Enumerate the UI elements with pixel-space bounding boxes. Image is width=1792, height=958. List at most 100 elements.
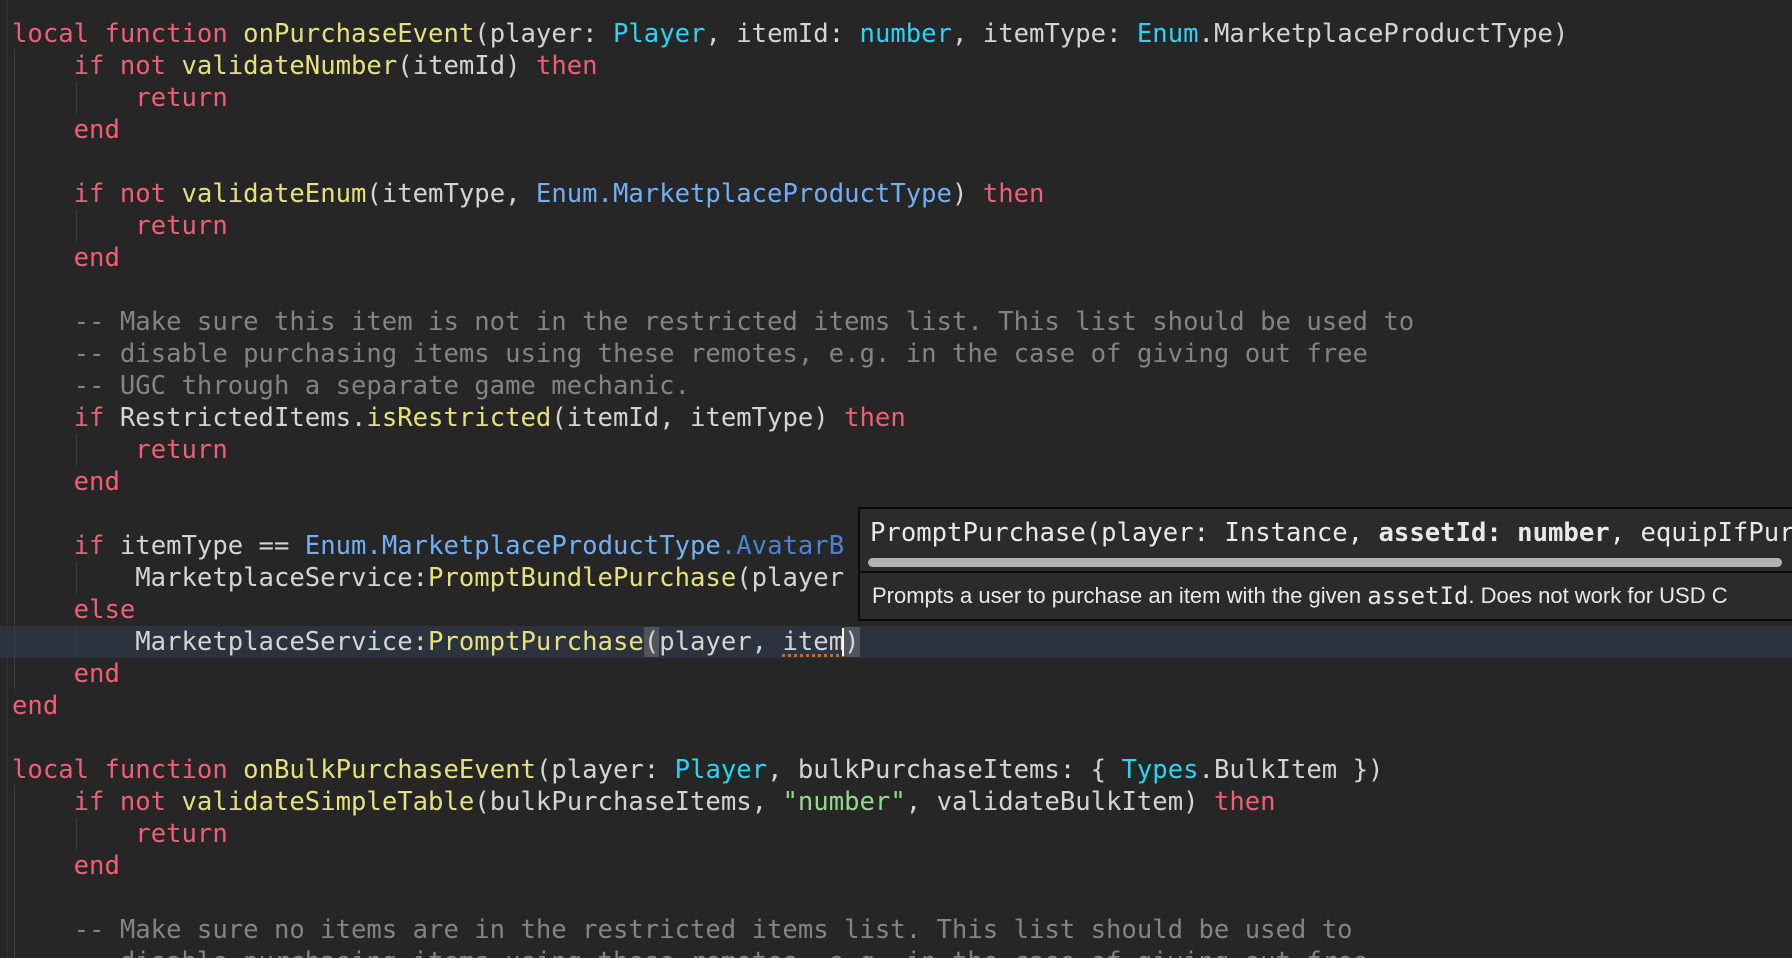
code-line[interactable]: local function onPurchaseEvent(player: P…: [0, 18, 1792, 50]
code-token[interactable]: if not: [74, 51, 166, 81]
code-token[interactable]: then: [983, 179, 1045, 209]
code-token[interactable]: end: [74, 659, 120, 689]
code-token[interactable]: [12, 787, 74, 817]
code-token[interactable]: , itemType:: [952, 19, 1137, 49]
code-token[interactable]: RestrictedItems.: [104, 403, 366, 433]
code-token[interactable]: [166, 179, 181, 209]
code-token[interactable]: onBulkPurchaseEvent: [243, 755, 536, 785]
code-line[interactable]: end: [0, 466, 1792, 498]
tooltip-scrollbar[interactable]: [860, 557, 1792, 571]
code-token[interactable]: [12, 659, 74, 689]
code-line[interactable]: end: [0, 114, 1792, 146]
code-token[interactable]: [12, 435, 135, 465]
code-line[interactable]: end: [0, 242, 1792, 274]
code-token[interactable]: [166, 51, 181, 81]
code-token[interactable]: return: [135, 211, 227, 241]
code-token[interactable]: end: [12, 691, 58, 721]
code-token[interactable]: return: [135, 435, 227, 465]
code-token[interactable]: [166, 787, 181, 817]
code-token[interactable]: isRestricted: [366, 403, 551, 433]
code-line[interactable]: return: [0, 434, 1792, 466]
code-token[interactable]: .MarketplaceProductType): [1199, 19, 1569, 49]
code-token[interactable]: local function: [12, 19, 228, 49]
code-line[interactable]: -- disable purchasing items using these …: [0, 946, 1792, 958]
tooltip-scrollbar-thumb[interactable]: [868, 558, 1782, 567]
code-token[interactable]: then: [536, 51, 598, 81]
code-token[interactable]: onPurchaseEvent: [243, 19, 474, 49]
code-token[interactable]: ): [844, 627, 859, 657]
code-token[interactable]: validateEnum: [182, 179, 367, 209]
code-token[interactable]: [12, 595, 74, 625]
code-line[interactable]: [0, 146, 1792, 178]
code-token[interactable]: (bulkPurchaseItems,: [474, 787, 782, 817]
code-token[interactable]: [12, 115, 74, 145]
code-editor[interactable]: local function onPurchaseEvent(player: P…: [0, 0, 1792, 958]
code-token[interactable]: itemType ==: [104, 531, 304, 561]
code-token[interactable]: [12, 403, 74, 433]
code-token[interactable]: end: [74, 467, 120, 497]
code-token[interactable]: (player: [736, 563, 844, 593]
code-token[interactable]: -- UGC through a separate game mechanic.: [12, 371, 690, 401]
code-line[interactable]: if RestrictedItems.isRestricted(itemId, …: [0, 402, 1792, 434]
code-token[interactable]: (itemId): [397, 51, 536, 81]
code-token[interactable]: [12, 83, 135, 113]
code-line[interactable]: local function onBulkPurchaseEvent(playe…: [0, 754, 1792, 786]
code-line-current[interactable]: MarketplaceService:PromptPurchase(player…: [0, 626, 1792, 658]
code-line[interactable]: if not validateEnum(itemType, Enum.Marke…: [0, 178, 1792, 210]
code-token[interactable]: end: [74, 115, 120, 145]
code-line[interactable]: end: [0, 850, 1792, 882]
code-token[interactable]: [12, 851, 74, 881]
code-token[interactable]: [12, 51, 74, 81]
code-token[interactable]: .AvatarB: [721, 531, 844, 561]
code-token[interactable]: MarketplaceService:: [12, 563, 428, 593]
code-token[interactable]: "number": [782, 787, 905, 817]
code-token[interactable]: if not: [74, 787, 166, 817]
code-line[interactable]: return: [0, 82, 1792, 114]
code-line[interactable]: -- Make sure no items are in the restric…: [0, 914, 1792, 946]
code-token[interactable]: [12, 467, 74, 497]
code-token[interactable]: [12, 243, 74, 273]
code-line[interactable]: -- UGC through a separate game mechanic.: [0, 370, 1792, 402]
code-token[interactable]: [12, 819, 135, 849]
code-token[interactable]: player,: [659, 627, 782, 657]
code-token[interactable]: (itemType,: [366, 179, 536, 209]
code-token[interactable]: -- Make sure this item is not in the res…: [12, 307, 1414, 337]
code-line[interactable]: return: [0, 818, 1792, 850]
code-line[interactable]: end: [0, 690, 1792, 722]
code-token[interactable]: , itemId:: [705, 19, 859, 49]
code-token[interactable]: else: [74, 595, 136, 625]
code-token[interactable]: PromptBundlePurchase: [428, 563, 736, 593]
code-token[interactable]: Types: [1121, 755, 1198, 785]
code-token[interactable]: (player:: [536, 755, 675, 785]
code-token[interactable]: item: [782, 627, 844, 657]
code-line[interactable]: [0, 274, 1792, 306]
code-token[interactable]: , validateBulkItem): [906, 787, 1214, 817]
code-line[interactable]: [0, 722, 1792, 754]
code-line[interactable]: [0, 882, 1792, 914]
code-token[interactable]: Enum.MarketplaceProductType: [536, 179, 952, 209]
code-token[interactable]: MarketplaceService:: [12, 627, 428, 657]
code-token[interactable]: PromptPurchase: [428, 627, 644, 657]
code-token[interactable]: return: [135, 819, 227, 849]
code-token[interactable]: (player:: [474, 19, 613, 49]
code-token[interactable]: , bulkPurchaseItems: {: [767, 755, 1121, 785]
code-token[interactable]: Enum: [1137, 19, 1199, 49]
code-token[interactable]: if: [74, 531, 105, 561]
code-line[interactable]: -- Make sure this item is not in the res…: [0, 306, 1792, 338]
code-line[interactable]: -- disable purchasing items using these …: [0, 338, 1792, 370]
code-token[interactable]: [12, 179, 74, 209]
code-token[interactable]: [12, 531, 74, 561]
code-token[interactable]: if not: [74, 179, 166, 209]
code-token[interactable]: end: [74, 851, 120, 881]
code-token[interactable]: (: [644, 627, 659, 657]
code-token[interactable]: [228, 19, 243, 49]
code-token[interactable]: if: [74, 403, 105, 433]
code-token[interactable]: -- disable purchasing items using these …: [12, 339, 1368, 369]
code-token[interactable]: then: [1214, 787, 1276, 817]
code-line[interactable]: return: [0, 210, 1792, 242]
code-line[interactable]: if not validateSimpleTable(bulkPurchaseI…: [0, 786, 1792, 818]
code-token[interactable]: end: [74, 243, 120, 273]
code-token[interactable]: Enum.MarketplaceProductType: [305, 531, 721, 561]
code-line[interactable]: if not validateNumber(itemId) then: [0, 50, 1792, 82]
code-token[interactable]: Player: [675, 755, 767, 785]
